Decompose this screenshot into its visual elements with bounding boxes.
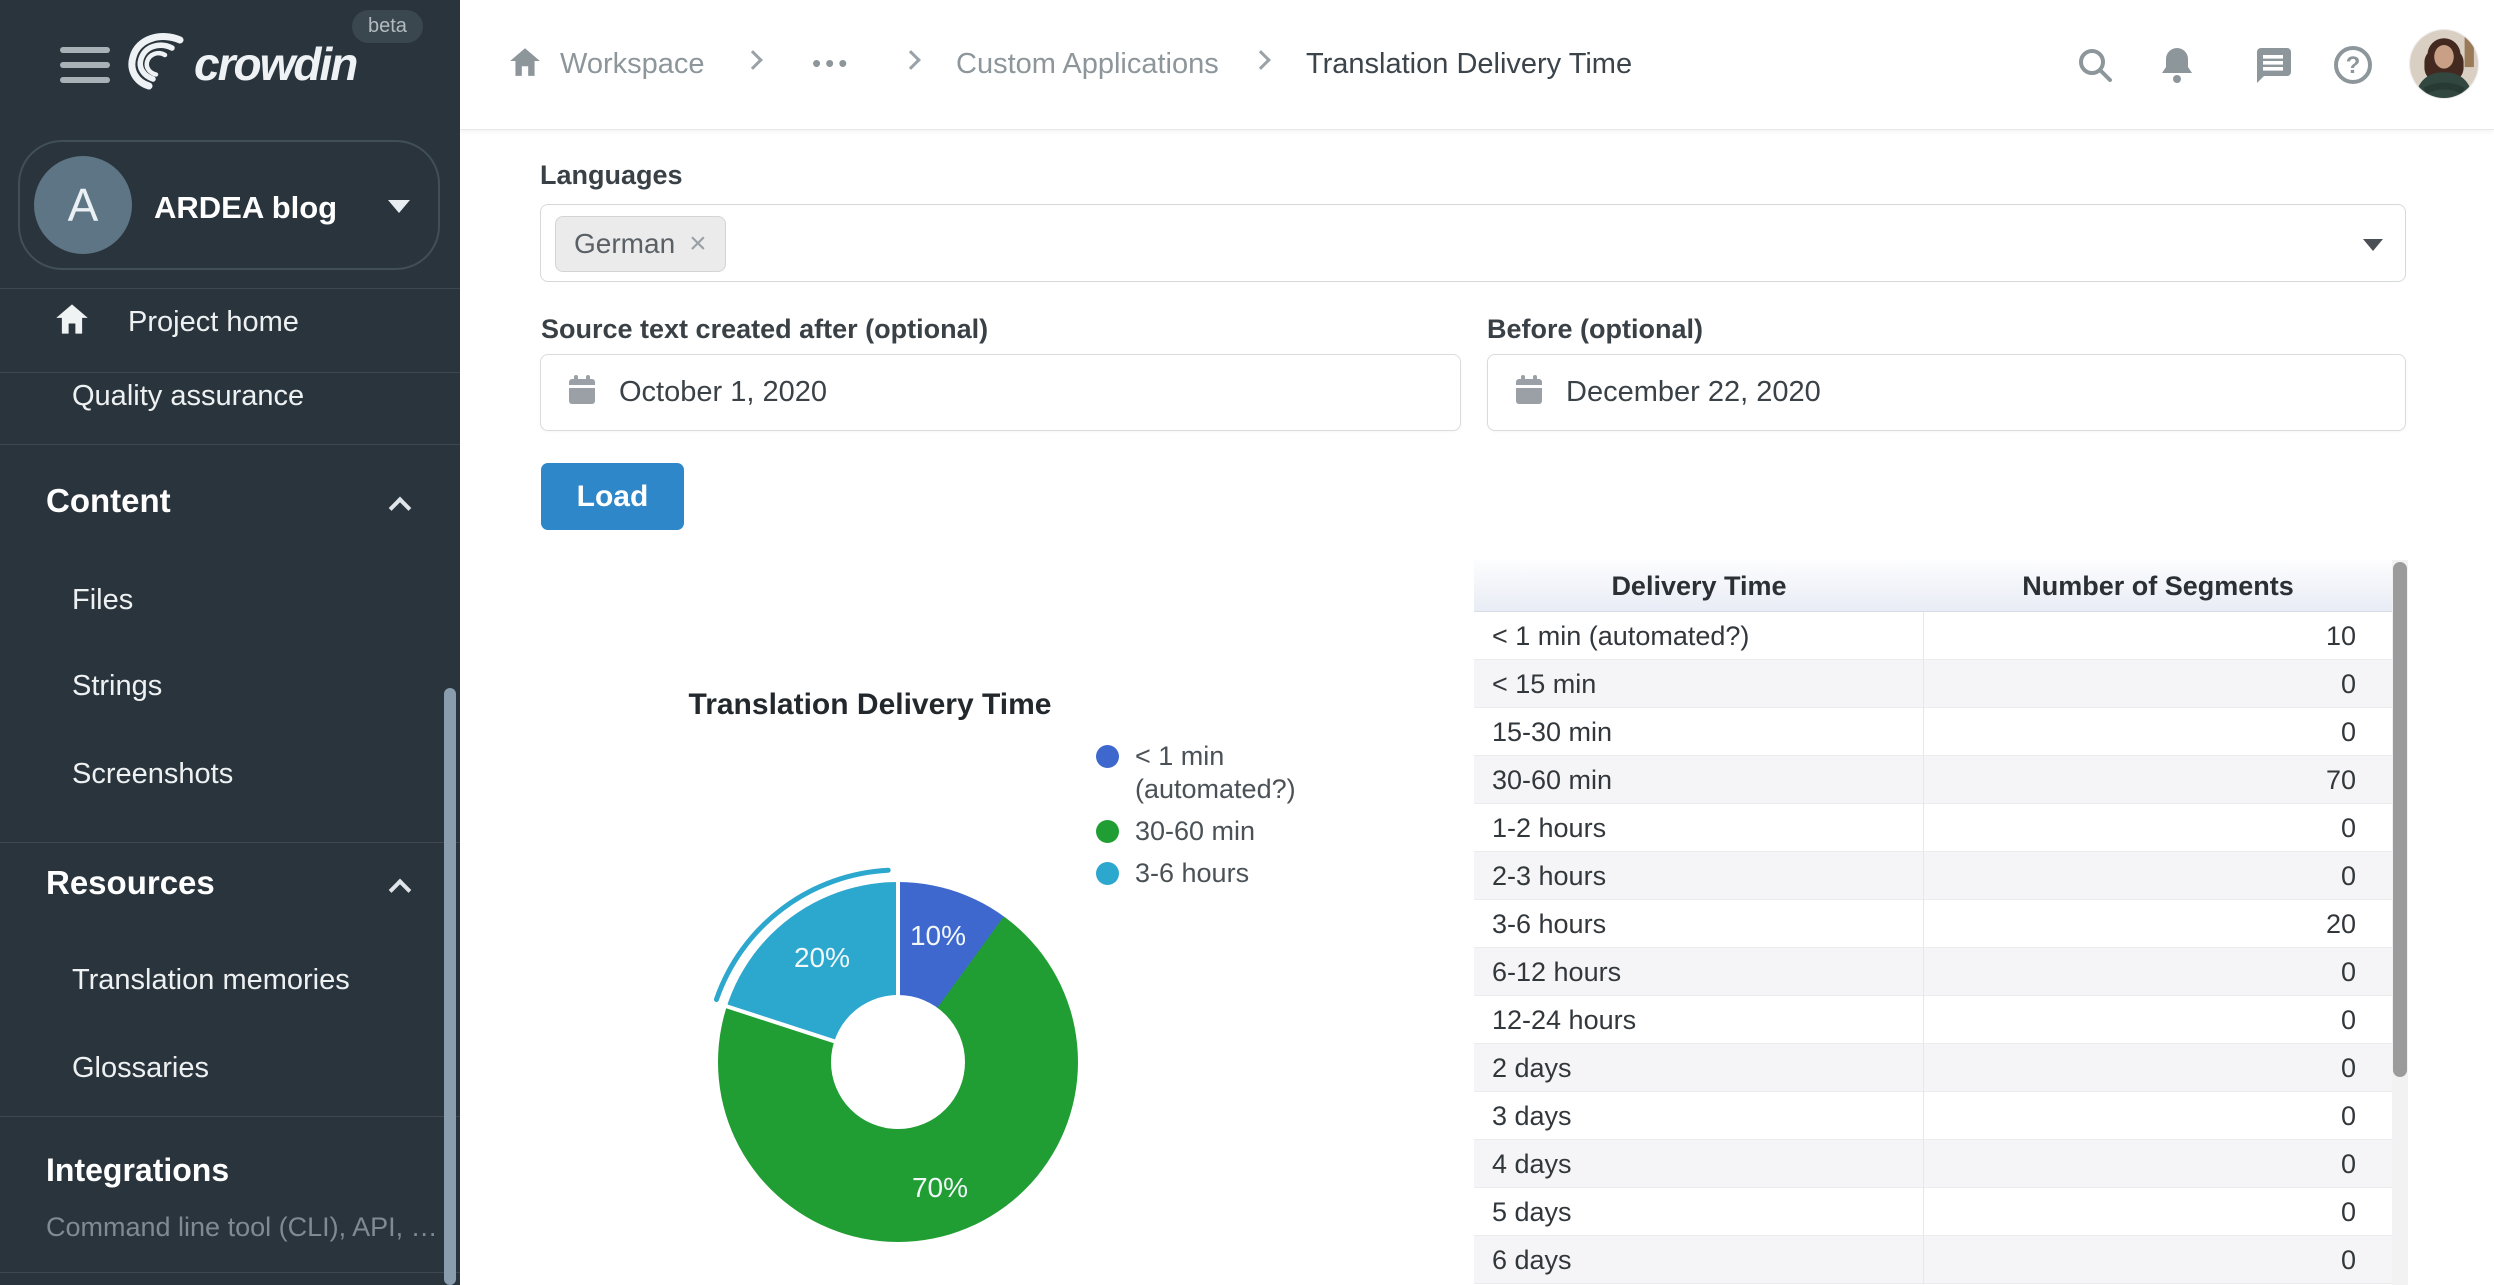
sidebar-item-translation-memories[interactable]: Translation memories (72, 964, 350, 997)
remove-chip-icon[interactable]: × (689, 229, 707, 259)
project-selector[interactable]: A ARDEA blog (18, 140, 440, 270)
before-date-value: December 22, 2020 (1566, 376, 1821, 409)
sidebar-item-files[interactable]: Files (72, 584, 133, 617)
sidebar-section-integrations[interactable]: Integrations (46, 1152, 229, 1189)
table-row: < 15 min0 (1474, 660, 2408, 708)
legend-dot-teal (1096, 862, 1119, 885)
project-name: ARDEA blog (154, 190, 337, 226)
sidebar: crowdin beta A ARDEA blog Project home Q… (0, 0, 460, 1285)
sidebar-item-quality-assurance[interactable]: Quality assurance (72, 380, 304, 413)
breadcrumb-ellipsis[interactable]: ••• (812, 48, 851, 79)
table-row: 6-12 hours0 (1474, 948, 2408, 996)
legend-dot-green (1096, 820, 1119, 843)
breadcrumb-workspace[interactable]: Workspace (560, 48, 705, 81)
sidebar-item-glossaries[interactable]: Glossaries (72, 1052, 209, 1085)
chevron-right-icon (1251, 50, 1271, 70)
legend-label: 3-6 hours (1135, 857, 1249, 890)
project-avatar: A (34, 156, 132, 254)
crowdin-bird-icon (122, 30, 188, 97)
sidebar-section-content[interactable]: Content (46, 482, 171, 520)
menu-icon[interactable] (60, 47, 110, 85)
table-body: < 1 min (automated?)10 < 15 min0 15-30 m… (1474, 612, 2408, 1284)
table-row: 3 days0 (1474, 1092, 2408, 1140)
sidebar-section-resources[interactable]: Resources (46, 864, 215, 902)
table-row: 3-6 hours20 (1474, 900, 2408, 948)
before-date-label: Before (optional) (1487, 314, 1703, 345)
donut-hole (831, 995, 965, 1129)
breadcrumb-current-page: Translation Delivery Time (1306, 48, 1632, 81)
home-icon (54, 302, 90, 341)
legend-item-30-60min[interactable]: 30-60 min (1096, 815, 1296, 848)
notifications-bell-icon[interactable] (2156, 44, 2198, 86)
help-icon[interactable]: ? (2332, 44, 2374, 86)
table-row: 4 days0 (1474, 1140, 2408, 1188)
divider (0, 1116, 460, 1117)
table-row: 30-60 min70 (1474, 756, 2408, 804)
chevron-right-icon (743, 50, 763, 70)
table-row: 12-24 hours0 (1474, 996, 2408, 1044)
slice-percent-green: 70% (912, 1172, 968, 1204)
chart-legend: < 1 min (automated?) 30-60 min 3-6 hours (1096, 740, 1296, 899)
chart-title: Translation Delivery Time (610, 688, 1130, 722)
table-row: < 1 min (automated?)10 (1474, 612, 2408, 660)
top-bar: Workspace ••• Custom Applications Transl… (460, 0, 2494, 130)
after-date-value: October 1, 2020 (619, 376, 827, 409)
chevron-down-icon (388, 200, 410, 213)
table-row: 2-3 hours0 (1474, 852, 2408, 900)
delivery-time-table: Delivery Time Number of Segments < 1 min… (1474, 560, 2408, 1285)
beta-badge: beta (352, 10, 423, 43)
dropdown-caret-icon (2363, 239, 2383, 251)
divider (0, 842, 460, 843)
slice-percent-blue: 10% (910, 920, 966, 952)
sidebar-item-strings[interactable]: Strings (72, 670, 162, 703)
load-button[interactable]: Load (541, 463, 684, 530)
chevron-up-icon[interactable] (389, 497, 412, 520)
sidebar-item-project-home[interactable]: Project home (128, 306, 299, 339)
table-row: 6 days0 (1474, 1236, 2408, 1284)
home-icon[interactable] (508, 46, 542, 83)
language-chip-german: German × (555, 216, 726, 272)
table-header: Delivery Time Number of Segments (1474, 560, 2408, 612)
divider (0, 444, 460, 445)
calendar-icon (567, 374, 597, 411)
table-row: 2 days0 (1474, 1044, 2408, 1092)
table-row: 5 days0 (1474, 1188, 2408, 1236)
search-icon[interactable] (2074, 44, 2116, 86)
sidebar-scrollbar[interactable] (444, 688, 456, 1285)
legend-label-line2: (automated?) (1135, 773, 1296, 806)
user-avatar[interactable] (2410, 30, 2478, 98)
legend-item-lt1min[interactable]: < 1 min (automated?) (1096, 740, 1296, 806)
after-date-label: Source text created after (optional) (541, 314, 988, 345)
after-date-input[interactable]: October 1, 2020 (540, 354, 1461, 431)
table-row: 15-30 min0 (1474, 708, 2408, 756)
languages-select[interactable]: German × (540, 204, 2406, 282)
legend-dot-blue (1096, 745, 1119, 768)
legend-label: 30-60 min (1135, 815, 1255, 848)
chevron-right-icon (901, 50, 921, 70)
divider (0, 372, 460, 373)
breadcrumb-custom-applications[interactable]: Custom Applications (956, 48, 1219, 81)
crowdin-wordmark: crowdin (194, 37, 356, 91)
calendar-icon (1514, 374, 1544, 411)
languages-label: Languages (540, 160, 683, 191)
table-row: 1-2 hours0 (1474, 804, 2408, 852)
sidebar-item-screenshots[interactable]: Screenshots (72, 758, 233, 791)
column-header-number-of-segments: Number of Segments (1924, 560, 2392, 612)
divider (0, 288, 460, 289)
sidebar-integrations-subtitle: Command line tool (CLI), API, … (46, 1212, 438, 1243)
legend-label: < 1 min (1135, 740, 1296, 773)
language-chip-label: German (574, 228, 675, 260)
divider (0, 1272, 460, 1273)
column-header-delivery-time: Delivery Time (1474, 560, 1924, 612)
table-scrollbar-track[interactable] (2392, 560, 2408, 1285)
messages-icon[interactable] (2250, 44, 2292, 86)
legend-item-3-6hours[interactable]: 3-6 hours (1096, 857, 1296, 890)
table-scrollbar-thumb[interactable] (2393, 562, 2407, 1077)
crowdin-logo[interactable]: crowdin (122, 30, 356, 97)
svg-text:?: ? (2346, 52, 2361, 79)
chevron-up-icon[interactable] (389, 879, 412, 902)
slice-percent-teal: 20% (794, 942, 850, 974)
before-date-input[interactable]: December 22, 2020 (1487, 354, 2406, 431)
